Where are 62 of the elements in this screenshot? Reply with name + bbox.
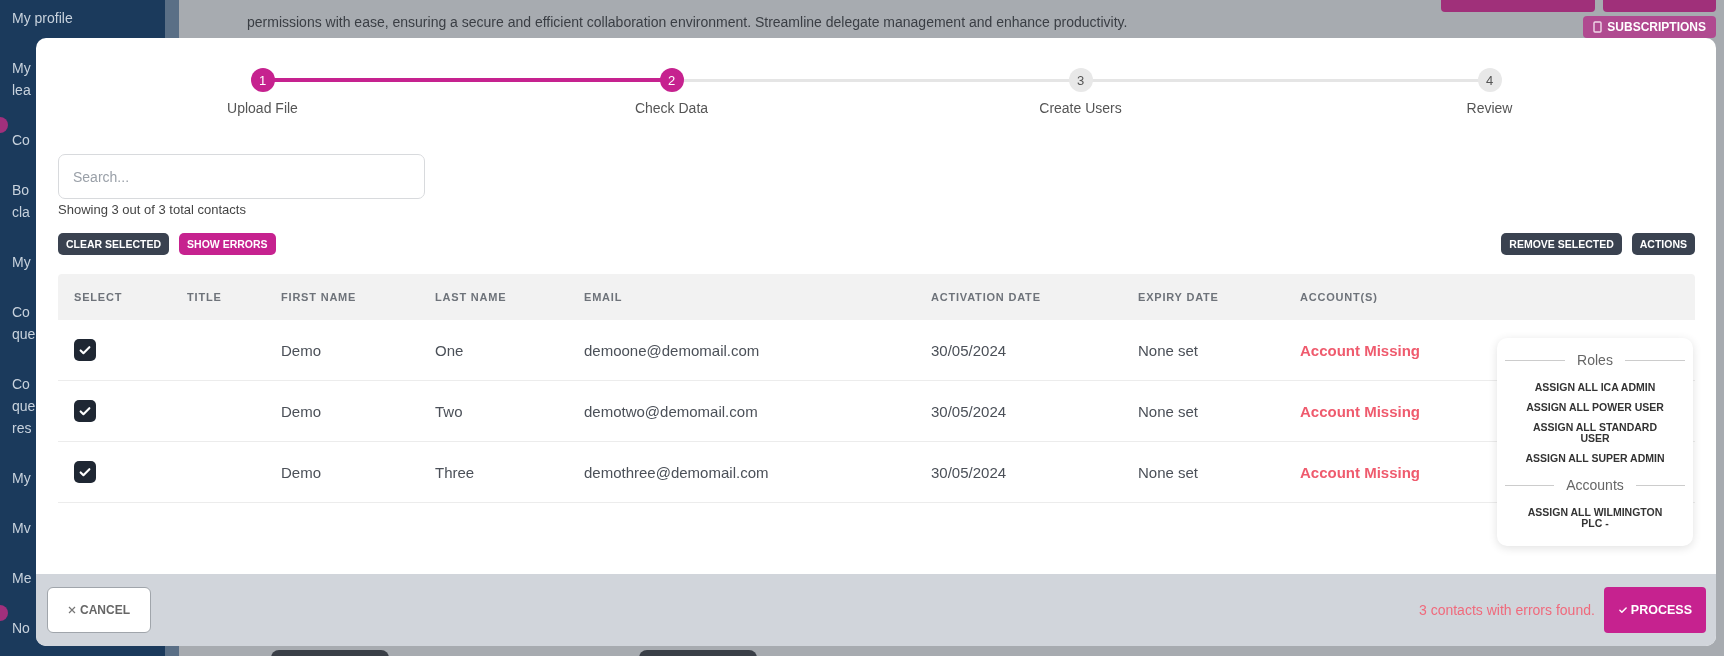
table-cell: demoone@demomail.com — [584, 341, 760, 359]
account-status: Account Missing — [1300, 402, 1420, 420]
table-cell: None set — [1138, 463, 1199, 481]
document-icon — [1593, 21, 1603, 33]
column-header: SELECT — [73, 291, 124, 303]
row-checkbox[interactable] — [74, 339, 96, 361]
step-number: 3 — [1068, 68, 1093, 92]
search-field[interactable]: Search... — [58, 154, 425, 199]
menu-item[interactable]: ASSIGN ALL ICA ADMIN — [1534, 380, 1656, 395]
sidebar-item[interactable]: My profile — [12, 7, 165, 29]
menu-heading: Roles — [1577, 352, 1613, 368]
table-cell: 30/05/2024 — [931, 463, 1007, 481]
results-count: Showing 3 out of 3 total contacts — [58, 202, 247, 217]
cancel-button[interactable]: CANCEL — [47, 587, 151, 633]
check-icon — [1617, 605, 1628, 615]
step-label: Upload File — [227, 100, 298, 116]
error-message: 3 contacts with errors found. — [1419, 602, 1595, 618]
column-header: ACCOUNT(S) — [1299, 291, 1379, 303]
column-header: LAST NAME — [434, 291, 508, 303]
column-header: EXPIRY DATE — [1137, 291, 1220, 303]
process-button[interactable]: PROCESS — [1603, 587, 1706, 633]
table-cell: Demo — [281, 341, 321, 359]
table-cell: None set — [1138, 341, 1199, 359]
column-header: TITLE — [186, 291, 223, 303]
account-status: Account Missing — [1300, 341, 1420, 359]
account-status: Account Missing — [1300, 463, 1420, 481]
column-header: EMAIL — [583, 291, 624, 303]
subscriptions-button[interactable]: SUBSCRIPTIONS — [1583, 16, 1716, 38]
table-cell: 30/05/2024 — [931, 341, 1007, 359]
toolbar-button[interactable]: REMOVE SELECTED — [1501, 233, 1622, 255]
check-icon — [78, 404, 92, 418]
table-cell: One — [435, 341, 464, 359]
table-cell: Demo — [281, 402, 321, 420]
step-label: Review — [1466, 100, 1513, 116]
column-header: ACTIVATION DATE — [930, 291, 1042, 303]
check-icon — [78, 343, 92, 357]
close-icon — [68, 606, 76, 614]
step-label: Create Users — [1039, 100, 1122, 116]
row-checkbox[interactable] — [74, 400, 96, 422]
table-cell: Two — [435, 402, 463, 420]
check-icon — [78, 465, 92, 479]
step-number: 4 — [1477, 68, 1502, 92]
table-cell: demotwo@demomail.com — [584, 402, 758, 420]
row-checkbox[interactable] — [74, 461, 96, 483]
step-label: Check Data — [634, 100, 709, 116]
table-cell: None set — [1138, 402, 1199, 420]
step-number: 1 — [250, 68, 275, 92]
table-cell: Three — [435, 463, 475, 481]
menu-item[interactable]: ASSIGN ALL WILMINGTON PLC - — [1520, 505, 1670, 531]
table-cell: demothree@demomail.com — [584, 463, 769, 481]
menu-heading: Accounts — [1566, 477, 1624, 493]
toolbar-button[interactable]: SHOW ERRORS — [179, 233, 276, 255]
intro-text: permissions with ease, ensuring a secure and efficient collaboration environment. Streamline delegate management and enhance productivity. — [247, 14, 1128, 32]
menu-item[interactable]: ASSIGN ALL SUPER ADMIN — [1525, 451, 1665, 466]
toolbar-button[interactable]: CLEAR SELECTED — [58, 233, 170, 255]
menu-item[interactable]: ASSIGN ALL STANDARD USER — [1520, 420, 1670, 446]
menu-item[interactable]: ASSIGN ALL POWER USER — [1526, 400, 1664, 415]
table-cell: 30/05/2024 — [931, 402, 1007, 420]
table-cell: Demo — [281, 463, 321, 481]
toolbar-button[interactable]: ACTIONS — [1631, 233, 1695, 255]
step-number: 2 — [659, 68, 684, 92]
column-header: FIRST NAME — [280, 291, 358, 303]
